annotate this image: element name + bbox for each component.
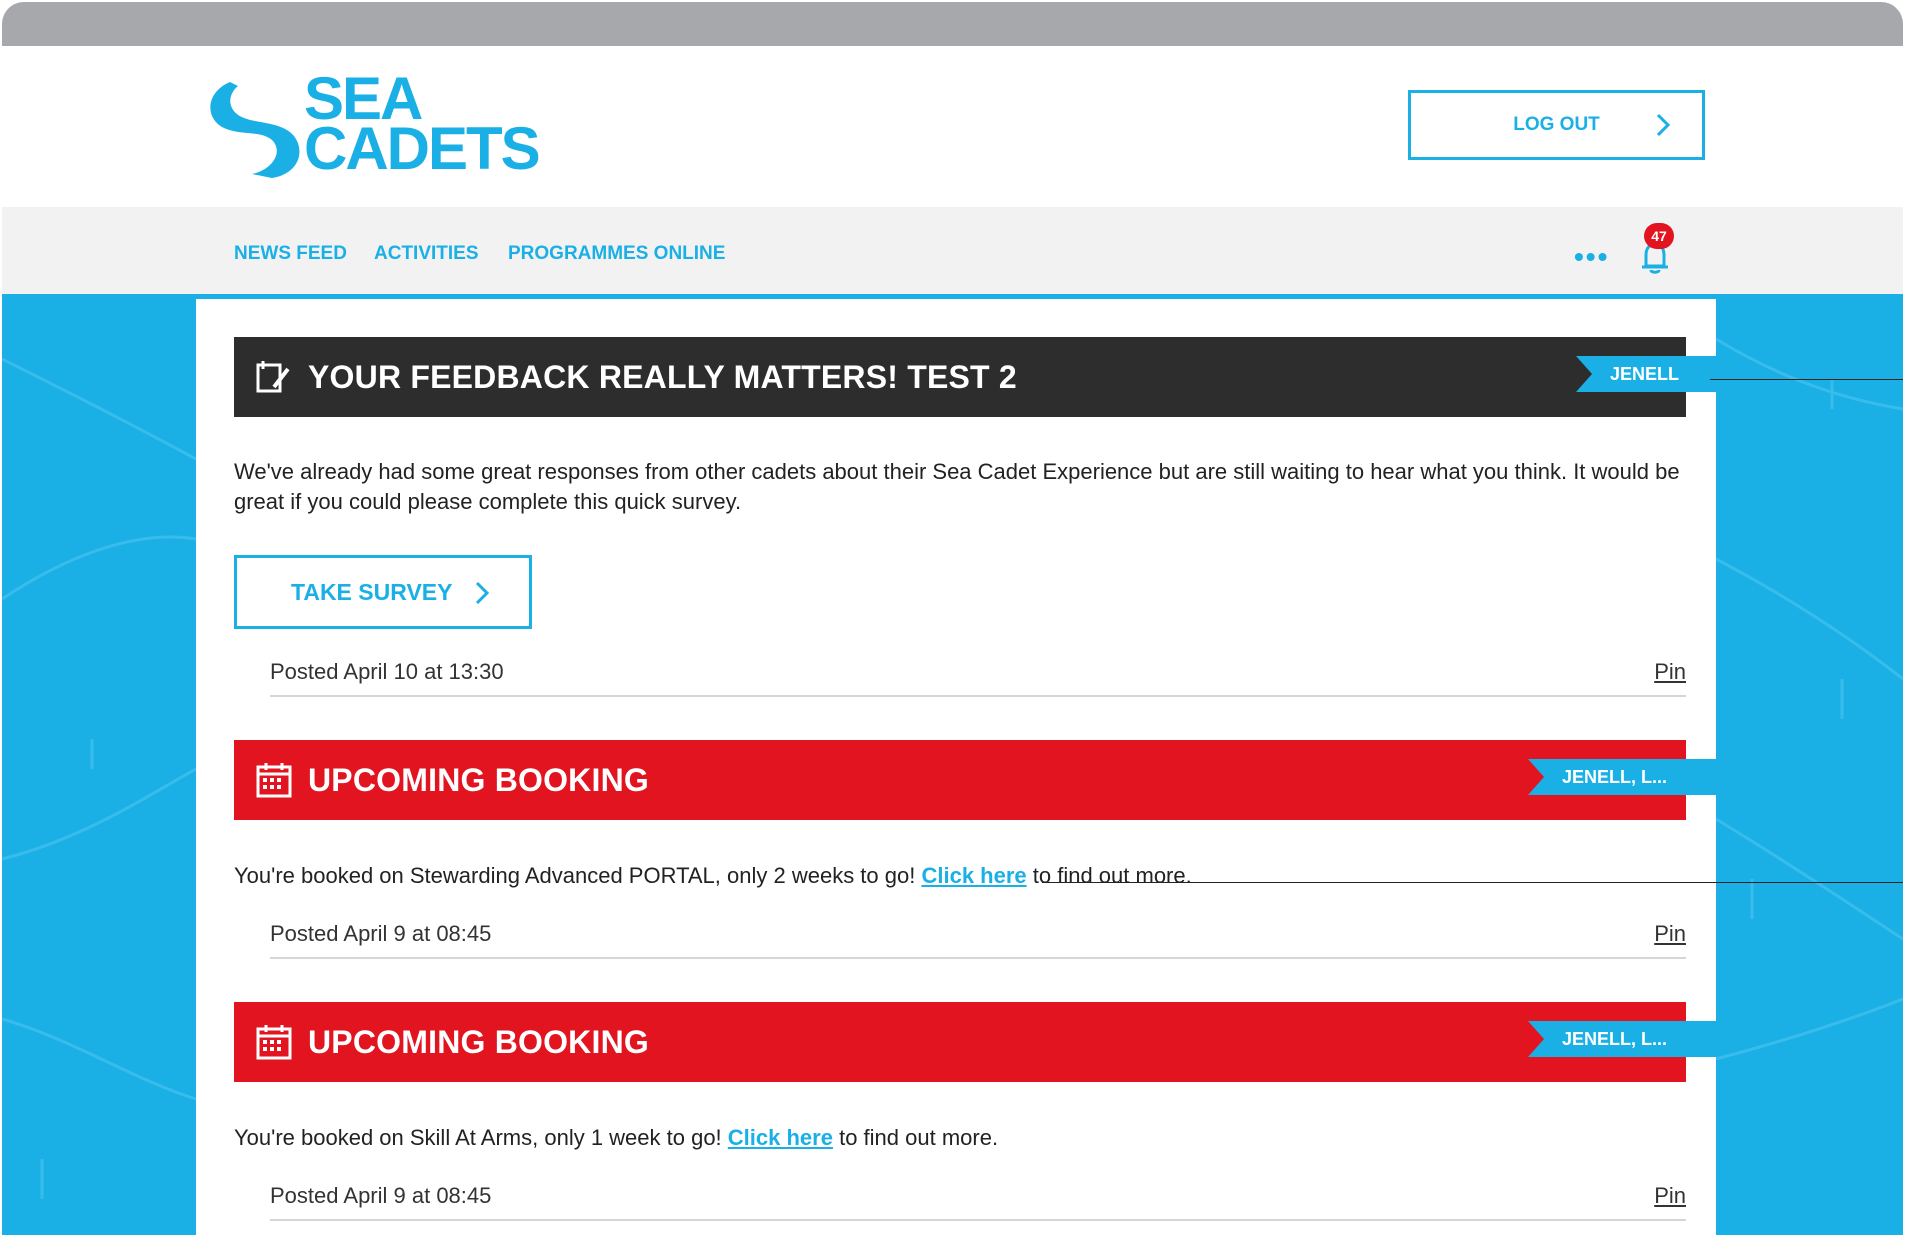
edit-icon xyxy=(256,361,290,393)
posted-date: Posted April 9 at 08:45 xyxy=(270,921,492,946)
post-title: UPCOMING BOOKING xyxy=(308,1023,649,1060)
post-tag-ribbon[interactable]: JENELL, L... xyxy=(1528,759,1716,795)
annotation-line xyxy=(1710,379,1903,380)
post-body-text: You're booked on Stewarding Advanced POR… xyxy=(234,863,922,888)
pin-link[interactable]: Pin xyxy=(1654,659,1686,685)
browser-window: SEA CADETS LOG OUT NEWS FEED ACTIVITIES … xyxy=(2,2,1903,1235)
post-title: YOUR FEEDBACK REALLY MATTERS! TEST 2 xyxy=(308,358,1017,395)
chevron-right-icon xyxy=(1656,113,1671,137)
post-meta: Posted April 9 at 08:45 Pin xyxy=(270,1177,1686,1221)
window-titlebar xyxy=(2,2,1903,46)
pin-link[interactable]: Pin xyxy=(1654,921,1686,947)
post-body-text: to find out more. xyxy=(832,1125,999,1150)
post-body: You're booked on Skill At Arms, only 1 w… xyxy=(234,1123,1686,1153)
logout-label: LOG OUT xyxy=(1513,114,1600,135)
pin-link[interactable]: Pin xyxy=(1654,1183,1686,1209)
nav-item-programmes-online[interactable]: PROGRAMMES ONLINE xyxy=(508,243,725,299)
annotation-line xyxy=(1042,882,1903,883)
main-nav: NEWS FEED ACTIVITIES PROGRAMMES ONLINE •… xyxy=(2,207,1903,304)
click-here-link[interactable]: Click here xyxy=(728,1125,833,1150)
chevron-right-icon xyxy=(475,581,490,605)
nav-item-activities[interactable]: ACTIVITIES xyxy=(374,243,479,299)
post-header-booking: UPCOMING BOOKING xyxy=(234,1002,1686,1082)
more-options-icon[interactable]: ••• xyxy=(1574,241,1609,273)
feed-column: YOUR FEEDBACK REALLY MATTERS! TEST 2 JEN… xyxy=(196,299,1716,1235)
news-feed-area: YOUR FEEDBACK REALLY MATTERS! TEST 2 JEN… xyxy=(2,299,1903,1235)
post-tag-ribbon[interactable]: JENELL, L... xyxy=(1528,1021,1716,1057)
click-here-link[interactable]: Click here xyxy=(921,863,1026,888)
post-body-text: to find out more. xyxy=(1026,863,1192,888)
post-tag-ribbon[interactable]: JENELL xyxy=(1576,356,1716,392)
nav-item-news-feed[interactable]: NEWS FEED xyxy=(234,243,347,304)
post-meta: Posted April 9 at 08:45 Pin xyxy=(270,915,1686,959)
logo-wordmark[interactable]: SEA CADETS xyxy=(304,69,541,182)
post-header-feedback: YOUR FEEDBACK REALLY MATTERS! TEST 2 xyxy=(234,337,1686,417)
post-body: We've already had some great responses f… xyxy=(234,459,1680,514)
calendar-icon xyxy=(256,763,292,798)
post-title: UPCOMING BOOKING xyxy=(308,761,649,798)
post-body: You're booked on Stewarding Advanced POR… xyxy=(234,861,1686,891)
posted-date: Posted April 9 at 08:45 xyxy=(270,1183,492,1208)
take-survey-button[interactable]: TAKE SURVEY xyxy=(234,555,532,629)
logout-button[interactable]: LOG OUT xyxy=(1408,90,1705,160)
site-header: SEA CADETS LOG OUT xyxy=(2,46,1903,207)
notification-badge[interactable]: 47 xyxy=(1644,223,1674,249)
logo-line-2: CADETS xyxy=(304,115,541,182)
post-meta: Posted April 10 at 13:30 Pin xyxy=(270,653,1686,697)
posted-date: Posted April 10 at 13:30 xyxy=(270,659,504,684)
post-header-booking: UPCOMING BOOKING xyxy=(234,740,1686,820)
calendar-icon xyxy=(256,1025,292,1060)
take-survey-label: TAKE SURVEY xyxy=(291,578,453,605)
post-body-text: You're booked on Skill At Arms, only 1 w… xyxy=(234,1125,728,1150)
